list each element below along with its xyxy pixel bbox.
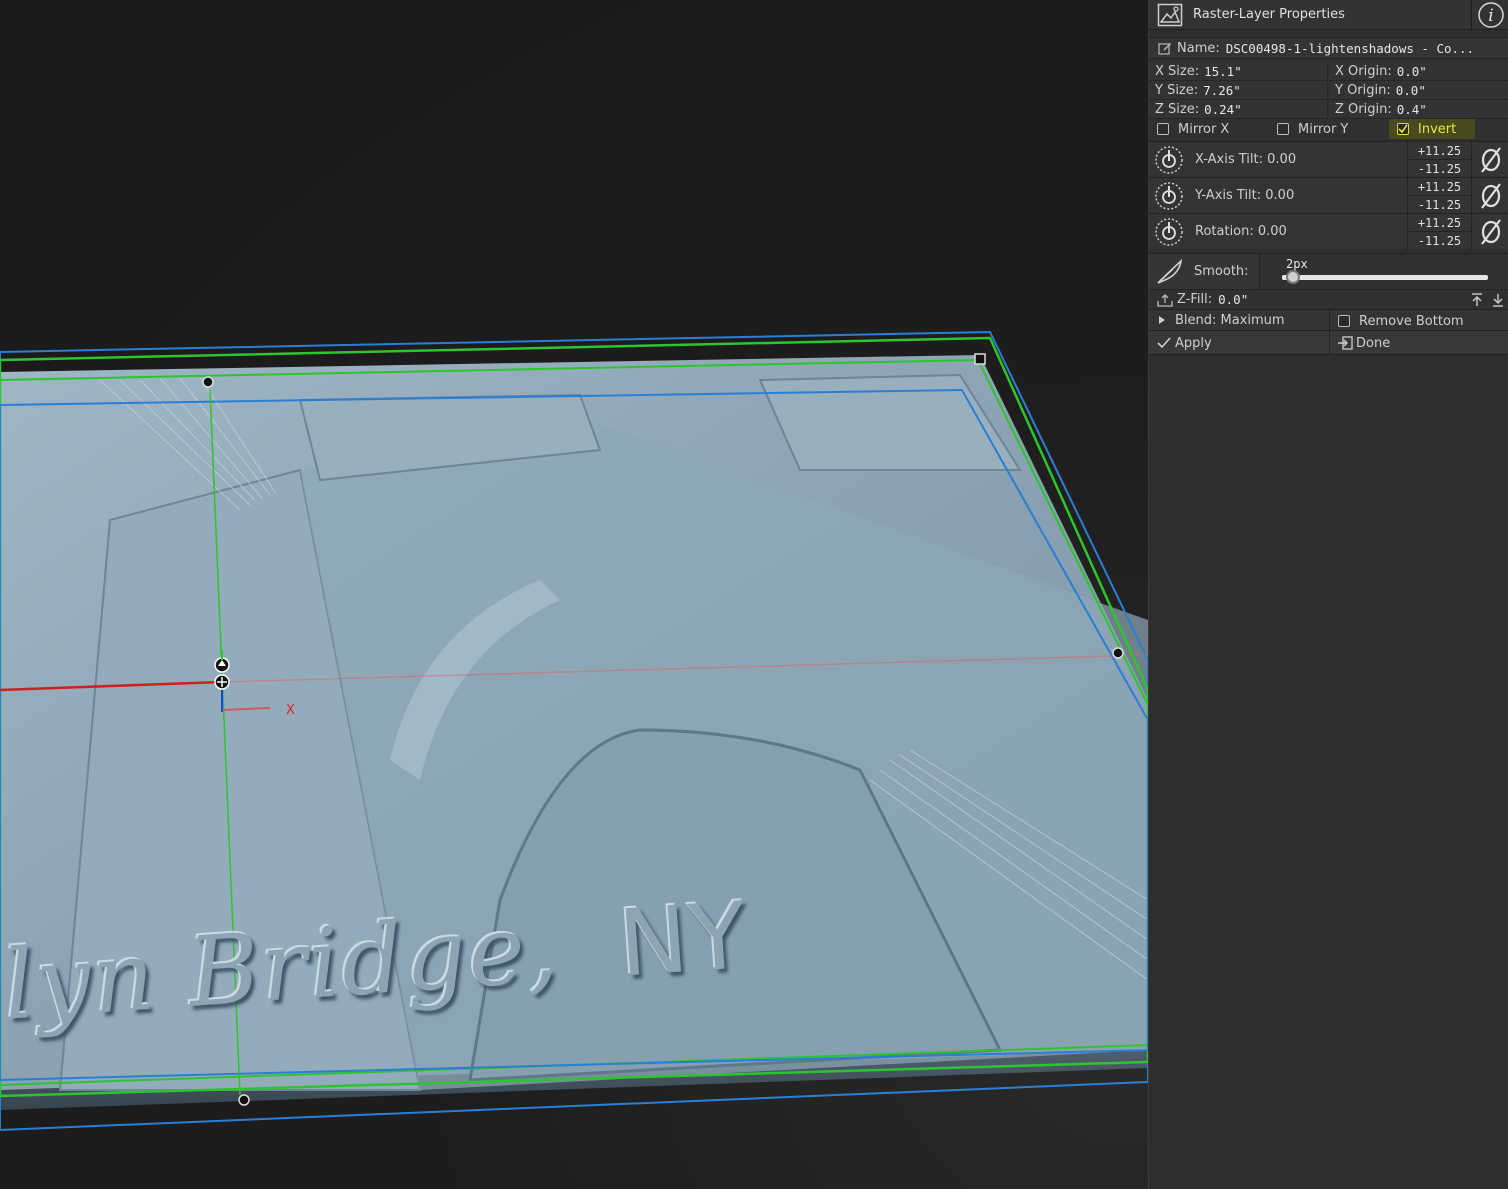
exit-icon	[1334, 336, 1356, 350]
dimensions-grid: X Size: 15.1" X Origin: 0.0" Y Size: 7.26" …	[1149, 62, 1508, 119]
arrow-down-icon	[1493, 294, 1503, 307]
y-tilt-reset-button[interactable]	[1471, 178, 1508, 214]
check-icon	[1398, 124, 1408, 134]
remove-bottom-checkbox[interactable]: Remove Bottom	[1329, 310, 1508, 332]
axis-x-label: X	[286, 703, 295, 718]
dial-icon[interactable]	[1149, 214, 1189, 250]
x-axis-tilt-row: X-Axis Tilt: 0.00 +11.25 -11.25	[1149, 141, 1508, 178]
y-size-field[interactable]: Y Size: 7.26"	[1149, 81, 1328, 100]
x-origin-field[interactable]: X Origin: 0.0"	[1329, 62, 1508, 81]
slider-thumb[interactable]	[1286, 270, 1300, 284]
zfill-up-button[interactable]	[1467, 290, 1487, 310]
checkbox-box	[1338, 315, 1350, 327]
panel-title: Raster-Layer Properties	[1193, 7, 1345, 22]
y-axis-tilt-row: Y-Axis Tilt: 0.00 +11.25 -11.25	[1149, 177, 1508, 214]
rotation-steps: +11.25 -11.25	[1407, 214, 1471, 250]
rotation-row: Rotation: 0.00 +11.25 -11.25	[1149, 213, 1508, 250]
mirror-row: Mirror X Mirror Y Invert	[1149, 119, 1508, 139]
handle-top	[202, 376, 214, 388]
3d-viewport[interactable]: X lyn Bridge, NY	[0, 0, 1148, 1189]
mirror-x-checkbox[interactable]: Mirror X	[1149, 119, 1267, 139]
null-icon	[1480, 147, 1501, 173]
y-tilt-steps: +11.25 -11.25	[1407, 178, 1471, 214]
relief-text-ny: NY	[615, 881, 752, 998]
dial-icon[interactable]	[1149, 142, 1189, 178]
name-value[interactable]: DSC00498-1-lightenshadows - Co...	[1226, 41, 1474, 56]
action-row: Apply Done	[1149, 331, 1508, 355]
z-origin-field[interactable]: Z Origin: 0.4"	[1329, 100, 1508, 119]
zfill-row: Z-Fill: 0.0"	[1149, 289, 1508, 309]
info-button[interactable]: i	[1471, 0, 1508, 30]
checkbox-box	[1277, 123, 1289, 135]
handle-corner	[974, 353, 986, 365]
x-tilt-minus-button[interactable]: -11.25	[1408, 160, 1471, 178]
null-icon	[1480, 183, 1501, 209]
dial-icon[interactable]	[1149, 178, 1189, 214]
zfill-value[interactable]: 0.0"	[1218, 292, 1248, 307]
feather-icon	[1149, 254, 1191, 290]
expand-triangle-icon[interactable]	[1157, 315, 1167, 325]
zfill-down-button[interactable]	[1488, 290, 1508, 310]
checkbox-checked	[1397, 123, 1409, 135]
name-row[interactable]: Name: DSC00498-1-lightenshadows - Co...	[1149, 37, 1508, 59]
y-origin-field[interactable]: Y Origin: 0.0"	[1329, 81, 1508, 100]
zfill-label: Z-Fill:	[1177, 292, 1213, 307]
x-axis-tilt-label: X-Axis Tilt: 0.00	[1195, 152, 1297, 167]
z-size-value[interactable]: 0.24"	[1204, 102, 1242, 117]
rotation-minus-button[interactable]: -11.25	[1408, 232, 1471, 250]
blend-mode-selector[interactable]: Blend: Maximum	[1175, 313, 1285, 328]
z-origin-value[interactable]: 0.4"	[1397, 102, 1427, 117]
smooth-value: 2px	[1286, 257, 1308, 271]
y-tilt-minus-button[interactable]: -11.25	[1408, 196, 1471, 214]
handle-right	[1112, 647, 1124, 659]
y-axis-tilt-label: Y-Axis Tilt: 0.00	[1195, 188, 1295, 203]
blend-row: Blend: Maximum Remove Bottom	[1149, 309, 1508, 332]
null-icon	[1480, 219, 1501, 245]
check-icon	[1153, 337, 1175, 349]
x-tilt-reset-button[interactable]	[1471, 142, 1508, 178]
raster-layer-properties-panel: Raster-Layer Properties i Name: DSC00498…	[1148, 0, 1508, 1189]
y-origin-value[interactable]: 0.0"	[1396, 83, 1426, 98]
x-origin-value[interactable]: 0.0"	[1397, 64, 1427, 79]
rotation-label: Rotation: 0.00	[1195, 224, 1287, 239]
arrow-up-icon	[1472, 293, 1482, 306]
smooth-row: Smooth: 2px	[1149, 253, 1508, 290]
rotation-plus-button[interactable]: +11.25	[1408, 214, 1471, 232]
apply-button[interactable]: Apply	[1149, 331, 1329, 355]
z-size-field[interactable]: Z Size: 0.24"	[1149, 100, 1328, 119]
slider-track	[1282, 275, 1488, 280]
name-label: Name:	[1177, 40, 1220, 56]
x-size-value[interactable]: 15.1"	[1204, 64, 1242, 79]
edit-icon	[1153, 41, 1177, 55]
handle-bottom	[238, 1094, 250, 1106]
x-tilt-steps: +11.25 -11.25	[1407, 142, 1471, 178]
panel-header: Raster-Layer Properties i	[1149, 0, 1508, 30]
zfill-icon	[1153, 293, 1177, 307]
y-tilt-plus-button[interactable]: +11.25	[1408, 178, 1471, 196]
y-size-value[interactable]: 7.26"	[1203, 83, 1241, 98]
svg-text:i: i	[1488, 6, 1493, 26]
mirror-y-checkbox[interactable]: Mirror Y	[1269, 119, 1387, 139]
checkbox-box	[1157, 123, 1169, 135]
x-tilt-plus-button[interactable]: +11.25	[1408, 142, 1471, 160]
smooth-slider[interactable]: 2px	[1259, 254, 1508, 290]
invert-checkbox[interactable]: Invert	[1389, 119, 1475, 139]
done-button[interactable]: Done	[1329, 331, 1508, 355]
image-icon	[1153, 0, 1187, 30]
rotation-reset-button[interactable]	[1471, 214, 1508, 250]
info-icon: i	[1477, 2, 1504, 28]
smooth-label: Smooth:	[1194, 264, 1249, 279]
x-size-field[interactable]: X Size: 15.1"	[1149, 62, 1328, 81]
